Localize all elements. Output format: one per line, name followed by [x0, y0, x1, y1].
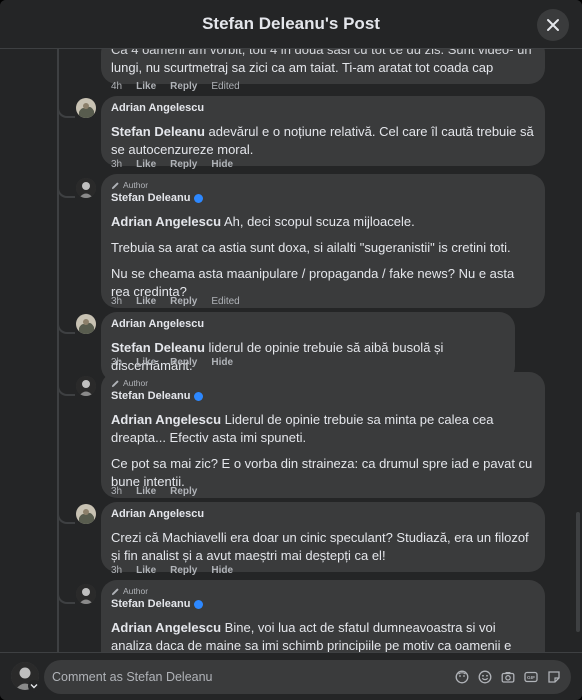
comment-author[interactable]: Stefan Deleanu [111, 597, 190, 611]
profile-switch-button[interactable] [28, 680, 40, 692]
user-avatar-icon [76, 376, 96, 396]
reply-button[interactable]: Reply [170, 486, 197, 497]
modal-title: Stefan Deleanu's Post [202, 14, 380, 33]
like-button[interactable]: Like [136, 81, 156, 92]
camera-icon[interactable] [500, 669, 515, 684]
comment-text: Ca 4 oameni am vorbit, toti 4 in doua sa… [111, 49, 532, 57]
avatar[interactable] [76, 376, 96, 396]
comment-author[interactable]: Stefan Deleanu [111, 389, 190, 403]
user-avatar-icon [76, 314, 96, 334]
comment-bubble: Ca 4 oameni am vorbit, toti 4 in doua sa… [101, 49, 545, 84]
comment-author[interactable]: Stefan Deleanu [111, 191, 190, 205]
reply-button[interactable]: Reply [170, 159, 197, 170]
comment-author[interactable]: Adrian Angelescu [111, 317, 505, 331]
comments-list[interactable]: Ca 4 oameni am vorbit, toti 4 in doua sa… [0, 49, 582, 652]
avatar[interactable] [76, 314, 96, 334]
comment-time: 4h [111, 81, 123, 92]
svg-text:GIF: GIF [527, 675, 535, 681]
user-avatar-icon [76, 504, 96, 524]
author-badge: Author [111, 585, 535, 597]
like-button[interactable]: Like [136, 296, 156, 307]
close-icon [547, 19, 559, 31]
comment-author[interactable]: Adrian Angelescu [111, 507, 535, 521]
verified-icon [194, 193, 204, 203]
mention-tag[interactable]: Adrian Angelescu [111, 412, 221, 427]
avatar[interactable] [76, 178, 96, 198]
pencil-icon [111, 181, 119, 189]
user-avatar-icon [76, 98, 96, 118]
comment-time: 3h [111, 159, 123, 170]
scrollbar[interactable] [576, 52, 580, 648]
mention-tag[interactable]: Stefan Deleanu [111, 124, 205, 139]
reply-button[interactable]: Reply [170, 565, 197, 576]
avatar[interactable] [76, 584, 96, 604]
like-button[interactable]: Like [136, 565, 156, 576]
comment-actions: 3h Like Reply Hide [111, 565, 233, 576]
gif-icon[interactable]: GIF [523, 669, 538, 684]
avatar[interactable] [76, 98, 96, 118]
pencil-icon [111, 587, 119, 595]
verified-icon [194, 599, 204, 609]
scrollbar-thumb[interactable] [576, 512, 580, 632]
modal-header: Stefan Deleanu's Post [0, 0, 582, 49]
comment-bubble: Adrian Angelescu Stefan Deleanu adevărul… [101, 96, 545, 166]
comment-actions: 3h Like Reply Hide [111, 357, 233, 368]
pencil-icon [111, 379, 119, 387]
reply-button[interactable]: Reply [170, 357, 197, 368]
author-badge: Author [111, 377, 535, 389]
emoji-icon[interactable] [477, 669, 492, 684]
edited-label: Edited [211, 296, 240, 307]
close-button[interactable] [537, 9, 569, 41]
mention-tag[interactable]: Stefan Deleanu [111, 340, 205, 355]
comment-actions: 3h Like Reply Hide [111, 159, 233, 170]
reply-button[interactable]: Reply [170, 296, 197, 307]
chevron-down-icon [30, 684, 38, 689]
comment-bubble: Author Stefan Deleanu Adrian Angelescu B… [101, 580, 545, 652]
comment-text: lungi, nu scurtmetraj sa zici ca am taia… [111, 60, 494, 75]
comment-input[interactable] [52, 670, 442, 684]
hide-button[interactable]: Hide [211, 565, 233, 576]
hide-button[interactable]: Hide [211, 159, 233, 170]
author-badge: Author [111, 179, 535, 191]
user-avatar-icon [76, 178, 96, 198]
comment-time: 3h [111, 357, 123, 368]
avatar[interactable] [76, 504, 96, 524]
comment-time: 3h [111, 296, 123, 307]
comment-actions: 3h Like Reply Edited [111, 296, 240, 307]
verified-icon [194, 391, 204, 401]
comment-actions: 3h Like Reply [111, 486, 197, 497]
avatar-icon[interactable] [454, 669, 469, 684]
like-button[interactable]: Like [136, 159, 156, 170]
like-button[interactable]: Like [136, 486, 156, 497]
comment-bubble: Author Stefan Deleanu Adrian Angelescu L… [101, 372, 545, 498]
hide-button[interactable]: Hide [211, 357, 233, 368]
comment-time: 3h [111, 565, 123, 576]
comment-composer: GIF [0, 652, 582, 700]
comment-text: Ah, deci scopul scuza mijloacele. [223, 214, 415, 229]
mention-tag[interactable]: Adrian Angelescu [111, 620, 221, 635]
comment-text: Trebuia sa arat ca astia sunt doxa, si a… [111, 240, 511, 255]
edited-label: Edited [211, 81, 240, 92]
user-avatar-icon [76, 584, 96, 604]
comment-bubble: Author Stefan Deleanu Adrian Angelescu A… [101, 174, 545, 308]
comment-bubble: Adrian Angelescu Crezi că Machiavelli er… [101, 502, 545, 572]
reply-button[interactable]: Reply [170, 81, 197, 92]
comment-text: Crezi că Machiavelli era doar un cinic s… [111, 530, 529, 563]
post-modal: Stefan Deleanu's Post Ca 4 oameni am vor… [0, 0, 582, 700]
mention-tag[interactable]: Adrian Angelescu [111, 214, 221, 229]
comment-input-box[interactable]: GIF [44, 660, 571, 694]
thread-line [57, 49, 59, 652]
comment-author[interactable]: Adrian Angelescu [111, 101, 535, 115]
stickers-icon[interactable] [546, 669, 561, 684]
comment-time: 3h [111, 486, 123, 497]
comment-actions: 4h Like Reply Edited [111, 81, 240, 92]
like-button[interactable]: Like [136, 357, 156, 368]
